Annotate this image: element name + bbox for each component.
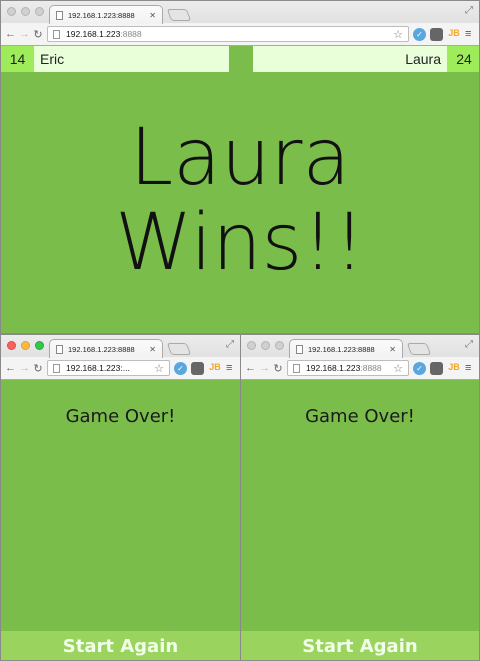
back-icon[interactable]: ←: [5, 28, 16, 40]
close-window-button[interactable]: [7, 341, 16, 350]
url-text: 192.168.1.223:...: [66, 363, 130, 373]
menu-icon[interactable]: ≡: [226, 362, 236, 374]
left-player-score: 14: [1, 46, 34, 72]
reload-icon[interactable]: ↻: [273, 362, 283, 375]
right-player-score: 24: [447, 46, 479, 72]
reload-icon[interactable]: ↻: [33, 362, 43, 375]
address-bar[interactable]: 192.168.1.223:8888 ☆: [47, 26, 409, 42]
close-tab-icon[interactable]: ✕: [149, 11, 156, 20]
browser-chrome: 192.168.1.223:8888 ✕ ⤢ ← → ↻ 192.168.1.2…: [241, 335, 479, 380]
browser-chrome: 192.168.1.223:8888 ✕ ⤢ ← → ↻ 192.168.1.2…: [1, 335, 240, 380]
pocket-icon[interactable]: [191, 361, 204, 375]
left-browser-window: 192.168.1.223:8888 ✕ ⤢ ← → ↻ 192.168.1.2…: [0, 334, 241, 661]
minimize-window-button[interactable]: [261, 341, 270, 350]
tab-title: 192.168.1.223:8888: [68, 344, 135, 354]
zoom-window-button[interactable]: [35, 7, 44, 16]
forward-icon[interactable]: →: [259, 362, 270, 374]
winner-text: Wins!!: [115, 198, 365, 288]
back-icon[interactable]: ←: [5, 362, 16, 374]
window-controls: [7, 341, 44, 350]
start-again-button[interactable]: Start Again: [1, 631, 240, 660]
game-over-message: Game Over!: [65, 406, 176, 427]
tab-strip: 192.168.1.223:8888 ✕ ⤢: [241, 335, 479, 358]
url-host: 192.168.1.223: [306, 363, 361, 373]
jb-icon[interactable]: JB: [447, 28, 461, 41]
menu-icon[interactable]: ≡: [465, 28, 475, 40]
address-bar[interactable]: 192.168.1.223:... ☆: [47, 360, 170, 376]
start-again-button[interactable]: Start Again: [241, 631, 479, 660]
url-port: :8888: [120, 29, 142, 39]
page-icon: [53, 29, 60, 39]
extension-icon[interactable]: ✓: [413, 27, 426, 41]
pocket-icon[interactable]: [430, 27, 443, 41]
url-port: :8888: [360, 363, 382, 373]
jb-icon[interactable]: JB: [447, 362, 461, 375]
close-window-button[interactable]: [247, 341, 256, 350]
browser-tab[interactable]: 192.168.1.223:8888 ✕: [289, 339, 403, 358]
tab-title: 192.168.1.223:8888: [68, 10, 135, 20]
browser-toolbar: ← → ↻ 192.168.1.223:... ☆ ✓ JB ≡: [1, 357, 240, 379]
zoom-window-button[interactable]: [35, 341, 44, 350]
fullscreen-icon[interactable]: ⤢: [465, 5, 473, 16]
game-over-message: Game Over!: [305, 406, 415, 427]
close-tab-icon[interactable]: ✕: [149, 345, 156, 354]
extension-icon[interactable]: ✓: [413, 361, 426, 375]
minimize-window-button[interactable]: [21, 341, 30, 350]
fullscreen-icon[interactable]: ⤢: [226, 339, 234, 350]
forward-icon[interactable]: →: [19, 28, 30, 40]
minimize-window-button[interactable]: [21, 7, 30, 16]
game-content: Game Over! Start Again: [1, 380, 240, 660]
main-browser-window: 192.168.1.223:8888 ✕ ⤢ ← → ↻ 192.168.1.2…: [0, 0, 480, 334]
url-host: 192.168.1.223: [66, 29, 121, 39]
browser-toolbar: ← → ↻ 192.168.1.223:8888 ☆ ✓ JB ≡: [241, 357, 479, 379]
zoom-window-button[interactable]: [275, 341, 284, 350]
right-player-name: Laura: [253, 46, 447, 72]
page-icon: [53, 363, 60, 373]
bookmark-star-icon[interactable]: ☆: [393, 28, 403, 41]
tab-strip: 192.168.1.223:8888 ✕ ⤢: [1, 1, 479, 24]
bookmark-star-icon[interactable]: ☆: [393, 362, 403, 375]
tab-title: 192.168.1.223:8888: [308, 344, 375, 354]
browser-chrome: 192.168.1.223:8888 ✕ ⤢ ← → ↻ 192.168.1.2…: [1, 1, 479, 46]
reload-icon[interactable]: ↻: [33, 28, 43, 41]
game-content: Game Over! Start Again: [241, 380, 479, 660]
page-icon: [296, 344, 303, 354]
pocket-icon[interactable]: [430, 361, 443, 375]
new-tab-button[interactable]: [166, 343, 192, 355]
bookmark-star-icon[interactable]: ☆: [154, 362, 164, 375]
extension-icon[interactable]: ✓: [174, 361, 187, 375]
address-bar[interactable]: 192.168.1.223:8888 ☆: [287, 360, 409, 376]
page-icon: [56, 344, 63, 354]
winner-name: Laura: [129, 113, 351, 203]
right-browser-window: 192.168.1.223:8888 ✕ ⤢ ← → ↻ 192.168.1.2…: [240, 334, 480, 661]
window-controls: [247, 341, 284, 350]
winner-headline: Laura Wins!!: [1, 118, 479, 288]
tab-strip: 192.168.1.223:8888 ✕ ⤢: [1, 335, 240, 358]
close-tab-icon[interactable]: ✕: [389, 345, 396, 354]
new-tab-button[interactable]: [166, 9, 192, 21]
forward-icon[interactable]: →: [19, 362, 30, 374]
fullscreen-icon[interactable]: ⤢: [465, 339, 473, 350]
browser-tab[interactable]: 192.168.1.223:8888 ✕: [49, 5, 163, 24]
window-controls: [7, 7, 44, 16]
new-tab-button[interactable]: [406, 343, 432, 355]
jb-icon[interactable]: JB: [208, 362, 222, 375]
close-window-button[interactable]: [7, 7, 16, 16]
browser-tab[interactable]: 192.168.1.223:8888 ✕: [49, 339, 163, 358]
score-bar: 14 Eric Laura 24: [1, 46, 479, 72]
left-player-name: Eric: [34, 46, 229, 72]
page-icon: [56, 10, 63, 20]
back-icon[interactable]: ←: [245, 362, 256, 374]
menu-icon[interactable]: ≡: [465, 362, 475, 374]
page-icon: [293, 363, 300, 373]
browser-toolbar: ← → ↻ 192.168.1.223:8888 ☆ ✓ JB ≡: [1, 23, 479, 45]
